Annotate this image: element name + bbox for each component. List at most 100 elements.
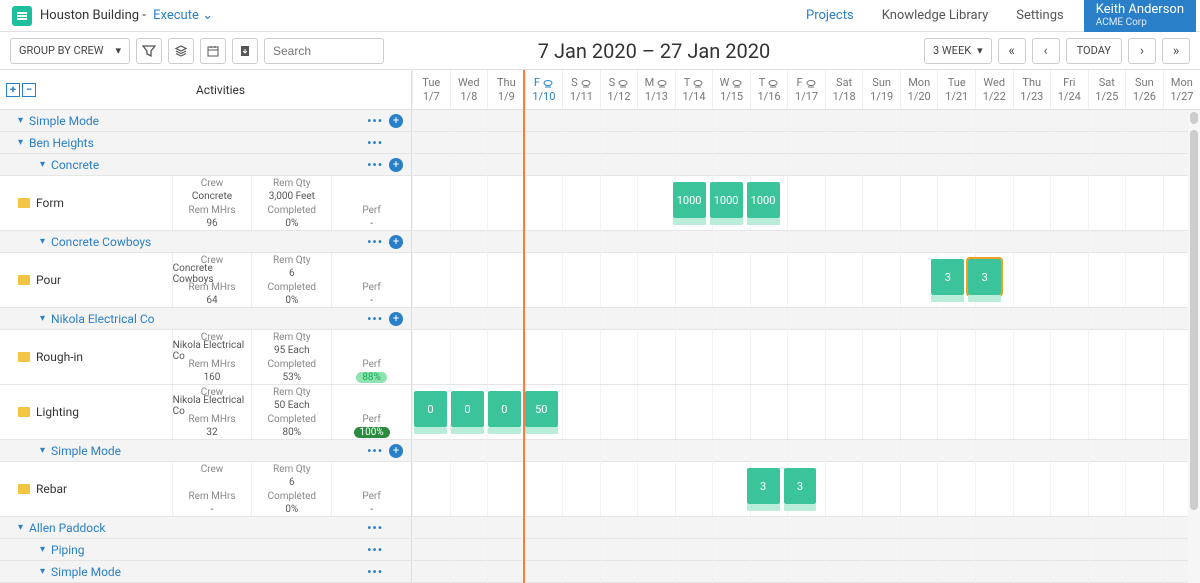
scrollbar[interactable]	[1188, 110, 1200, 583]
row-menu-button[interactable]: •••	[367, 521, 383, 535]
nav-settings[interactable]: Settings	[1016, 8, 1063, 23]
top-bar: Houston Building - Execute ⌄ Projects Kn…	[0, 0, 1200, 32]
row-menu-button[interactable]: •••	[367, 312, 383, 326]
add-button[interactable]: +	[389, 158, 403, 172]
activity-name[interactable]: Rough-in	[0, 330, 172, 384]
schedule-row: 100010001000	[412, 176, 1200, 231]
day-column[interactable]: Mon1/20	[900, 70, 938, 109]
schedule-bar[interactable]: 0	[451, 391, 484, 427]
first-page-button[interactable]: «	[998, 38, 1026, 64]
prev-button[interactable]: ‹	[1032, 38, 1060, 64]
day-column[interactable]: Thu1/23	[1013, 70, 1051, 109]
activity-name[interactable]: Pour	[0, 253, 172, 307]
activity-name[interactable]: Lighting	[0, 385, 172, 439]
row-menu-button[interactable]: •••	[367, 543, 383, 557]
schedule-bar[interactable]: 1000	[710, 182, 743, 218]
app-logo	[12, 6, 32, 26]
expand-all-button[interactable]: +	[6, 83, 20, 97]
chevron-down-icon: ▾	[18, 137, 23, 148]
schedule-row: 33	[412, 462, 1200, 517]
timeline-panel: Tue1/7Wed1/8Thu1/9F 1/10S 1/11S 1/12M 1/…	[412, 70, 1200, 583]
folder-icon	[18, 407, 30, 417]
schedule-bar[interactable]: 1000	[673, 182, 706, 218]
row-menu-button[interactable]: •••	[367, 158, 383, 172]
day-column[interactable]: Wed1/22	[975, 70, 1013, 109]
group-row[interactable]: ▾Allen Paddock•••	[0, 517, 411, 539]
nav-projects[interactable]: Projects	[806, 8, 854, 23]
row-menu-button[interactable]: •••	[367, 235, 383, 249]
day-column[interactable]: S 1/12	[600, 70, 638, 109]
activity-row: RebarCrewRem MHrs-Rem Qty6Completed0% Pe…	[0, 462, 411, 517]
group-row[interactable]: ▾Simple Mode•••	[0, 561, 411, 583]
day-column[interactable]: F 1/10	[525, 70, 563, 109]
layers-button[interactable]	[168, 38, 194, 64]
folder-icon	[18, 352, 30, 362]
day-column[interactable]: Thu1/9	[487, 70, 525, 109]
add-button[interactable]: +	[389, 312, 403, 326]
folder-icon	[18, 275, 30, 285]
chevron-down-icon: ⌄	[202, 8, 213, 23]
day-column[interactable]: S 1/11	[562, 70, 600, 109]
group-by-dropdown[interactable]: GROUP BY CREW▾	[10, 38, 130, 64]
user-company: ACME Corp	[1096, 18, 1184, 28]
row-menu-button[interactable]: •••	[367, 444, 383, 458]
chevron-down-icon: ▾	[18, 522, 23, 533]
day-column[interactable]: Sat1/18	[825, 70, 863, 109]
schedule-bar[interactable]: 3	[784, 468, 817, 504]
day-column[interactable]: W 1/15	[712, 70, 750, 109]
stage-dropdown[interactable]: Execute ⌄	[153, 8, 213, 23]
search-input[interactable]	[264, 38, 384, 64]
last-page-button[interactable]: »	[1162, 38, 1190, 64]
schedule-bar[interactable]: 3	[968, 259, 1001, 295]
day-column[interactable]: Sun1/19	[862, 70, 900, 109]
collapse-all-button[interactable]: −	[22, 83, 36, 97]
day-column[interactable]: Sat1/25	[1088, 70, 1126, 109]
scroll-thumb[interactable]	[1190, 130, 1198, 510]
row-menu-button[interactable]: •••	[367, 136, 383, 150]
day-column[interactable]: Sun1/26	[1125, 70, 1163, 109]
activity-row: PourCrewConcrete CowboysRem MHrs64Rem Qt…	[0, 253, 411, 308]
day-column[interactable]: Tue1/7	[412, 70, 450, 109]
group-row[interactable]: ▾Concrete Cowboys•••+	[0, 231, 411, 253]
day-column[interactable]: M 1/13	[637, 70, 675, 109]
nav-library[interactable]: Knowledge Library	[882, 8, 989, 23]
group-row[interactable]: ▾Simple Mode•••+	[0, 110, 411, 132]
scroll-up-icon[interactable]	[1190, 112, 1198, 124]
day-column[interactable]: Mon1/27	[1163, 70, 1200, 109]
schedule-bar[interactable]: 3	[747, 468, 780, 504]
schedule-bar[interactable]: 0	[488, 391, 521, 427]
today-button[interactable]: TODAY	[1066, 38, 1122, 64]
filter-button[interactable]	[136, 38, 162, 64]
calendar-button[interactable]	[200, 38, 226, 64]
add-button[interactable]: +	[389, 444, 403, 458]
day-column[interactable]: T 1/14	[675, 70, 713, 109]
add-button[interactable]: +	[389, 235, 403, 249]
next-button[interactable]: ›	[1128, 38, 1156, 64]
group-row[interactable]: ▾Piping•••	[0, 539, 411, 561]
group-row[interactable]: ▾Nikola Electrical Co•••+	[0, 308, 411, 330]
activity-name[interactable]: Rebar	[0, 462, 172, 516]
timescale-dropdown[interactable]: 3 WEEK ▾	[924, 38, 992, 64]
user-menu[interactable]: Keith Anderson ACME Corp	[1084, 0, 1196, 32]
schedule-bar[interactable]: 50	[525, 391, 558, 427]
day-column[interactable]: Wed1/8	[450, 70, 488, 109]
group-row[interactable]: ▾Ben Heights•••	[0, 132, 411, 154]
add-button[interactable]: +	[389, 114, 403, 128]
activity-name[interactable]: Form	[0, 176, 172, 230]
export-button[interactable]	[232, 38, 258, 64]
row-menu-button[interactable]: •••	[367, 565, 383, 579]
schedule-bar[interactable]: 1000	[747, 182, 780, 218]
chevron-down-icon: ▾	[40, 544, 45, 555]
schedule-row	[412, 330, 1200, 385]
group-row[interactable]: ▾Simple Mode•••+	[0, 440, 411, 462]
day-column[interactable]: Tue1/21	[937, 70, 975, 109]
group-row[interactable]: ▾Concrete•••+	[0, 154, 411, 176]
day-column[interactable]: F 1/17	[787, 70, 825, 109]
day-column[interactable]: Fri1/24	[1050, 70, 1088, 109]
day-column[interactable]: T 1/16	[750, 70, 788, 109]
schedule-bar[interactable]: 3	[931, 259, 964, 295]
schedule-grid: + − Activities ▾Simple Mode•••+▾Ben Heig…	[0, 70, 1200, 583]
schedule-bar[interactable]: 0	[414, 391, 447, 427]
row-menu-button[interactable]: •••	[367, 114, 383, 128]
activity-row: Rough-inCrewNikola Electrical CoRem MHrs…	[0, 330, 411, 385]
